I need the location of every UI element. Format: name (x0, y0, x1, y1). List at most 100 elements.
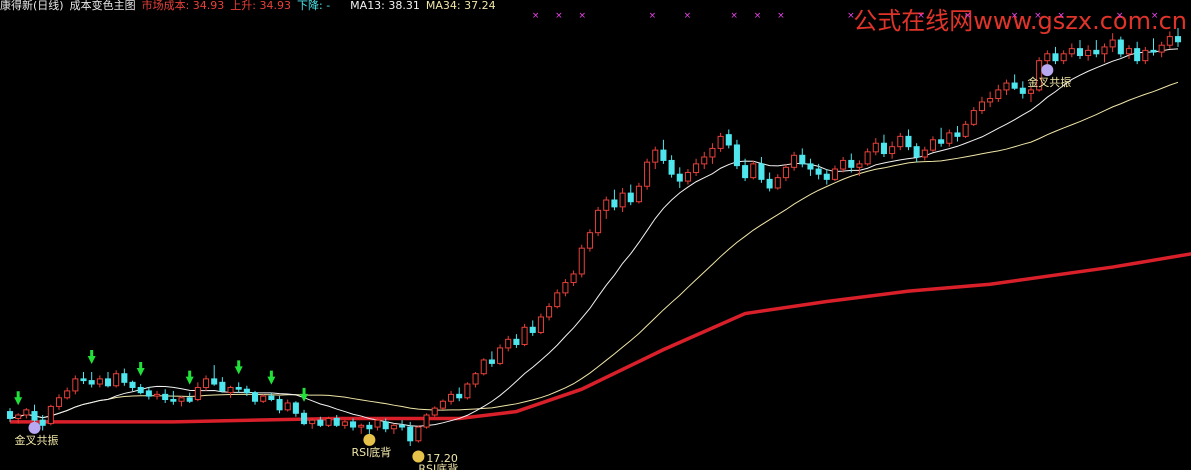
candle-body (382, 421, 389, 430)
candle-body (938, 139, 945, 144)
candle-body (595, 209, 602, 234)
signal-label: 金叉共振 (15, 433, 59, 447)
candle-body (88, 380, 95, 385)
candle-body (611, 199, 618, 208)
candle-body (162, 393, 169, 401)
top-marker: × (649, 11, 657, 21)
candle-body (243, 388, 250, 394)
candle-body (791, 154, 798, 168)
candle-body (31, 411, 38, 421)
candle-body (55, 397, 63, 407)
candle-body (423, 414, 430, 428)
candle-body (235, 386, 242, 390)
candle-body (807, 163, 814, 170)
candle-body (831, 168, 838, 180)
candle-body (954, 132, 961, 137)
candle-body (880, 142, 887, 155)
candle-body (872, 142, 879, 153)
candle-body (1085, 49, 1092, 57)
candle-body (23, 409, 30, 416)
signal-label: RSI底背 (351, 445, 391, 459)
ma34-line (9, 81, 1179, 419)
candle-body (227, 386, 234, 394)
candle-body (292, 402, 299, 414)
signal-badge-icon (412, 450, 425, 463)
candle-body (47, 405, 54, 425)
candle-body (840, 159, 847, 170)
candle-body (660, 149, 667, 161)
candle-body (1019, 87, 1026, 94)
candle-body (1052, 53, 1059, 62)
candle-body (153, 393, 161, 397)
candle-body (889, 146, 896, 155)
top-marker: × (579, 11, 587, 21)
candle-body (252, 392, 259, 402)
candle-body (456, 393, 463, 399)
candle-body (399, 424, 406, 428)
candle-body (186, 397, 193, 402)
down-arrow-icon (87, 350, 96, 364)
candle-body (586, 232, 593, 249)
candle-body (1060, 53, 1067, 62)
candle-body (1101, 46, 1108, 55)
candle-body (546, 306, 553, 318)
candle-body (644, 161, 651, 187)
candle-body (856, 163, 863, 168)
candle-body (709, 147, 716, 158)
candle-body (15, 414, 22, 419)
candle-body (284, 402, 291, 411)
candle-body (488, 359, 495, 364)
candle-body (537, 316, 544, 333)
candle-body (987, 98, 994, 103)
candle-body (750, 163, 757, 179)
top-marker: × (964, 11, 972, 21)
top-marker: × (917, 11, 925, 21)
candle-body (1011, 82, 1018, 89)
candle-body (529, 326, 536, 333)
candle-body (799, 154, 806, 165)
candle-body (570, 273, 577, 284)
candle-body (995, 89, 1002, 100)
top-marker: × (777, 11, 785, 21)
candle-body (104, 378, 112, 387)
candle-body (260, 395, 267, 402)
candle-body (913, 146, 920, 158)
candle-body (448, 393, 455, 402)
candle-body (758, 163, 765, 180)
candle-body (635, 185, 642, 203)
candle-body (946, 132, 953, 144)
candle-body (905, 135, 912, 148)
price-low-label: 17.20 (426, 452, 458, 465)
candle-body (341, 421, 348, 426)
candle-body (684, 171, 691, 182)
candle-body (129, 381, 136, 388)
candle-body (1093, 49, 1100, 55)
signal-badge-icon (1041, 64, 1054, 77)
candle-body (1134, 48, 1141, 62)
candle-body (668, 159, 675, 175)
candle-body (390, 424, 397, 430)
candle-body (497, 347, 504, 364)
candle-body (1003, 82, 1010, 91)
candle-body (652, 149, 659, 163)
candle-body (1142, 49, 1149, 62)
candle-body (823, 173, 830, 180)
candle-body (725, 134, 732, 146)
candle-body (317, 419, 324, 426)
candle-body (701, 156, 708, 165)
down-arrow-icon (234, 360, 243, 375)
candle-body (1117, 39, 1124, 55)
down-arrow-icon (185, 370, 194, 385)
candle-body (178, 397, 185, 402)
candle-body (374, 419, 381, 428)
candle-body (693, 163, 700, 173)
candle-body (627, 192, 634, 203)
candle-body (962, 123, 969, 137)
candle-body (815, 168, 822, 175)
top-marker: × (1151, 11, 1159, 21)
down-arrow-icon (14, 391, 23, 406)
candle-body (6, 411, 14, 419)
candle-body (366, 424, 373, 430)
candle-body (194, 386, 201, 401)
top-marker: × (1011, 11, 1019, 21)
